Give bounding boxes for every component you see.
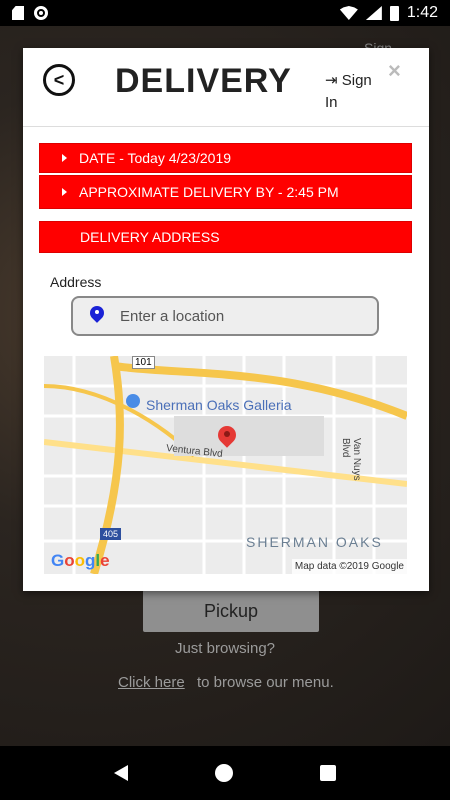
address-label: Address xyxy=(50,274,102,290)
pickup-button[interactable]: Pickup xyxy=(143,590,319,632)
date-selector[interactable]: DATE - Today 4/23/2019 xyxy=(39,143,412,173)
delivery-modal: < DELIVERY ⇥ Sign In × DATE - Today 4/23… xyxy=(23,48,429,591)
sign-in-button[interactable]: ⇥ Sign In xyxy=(325,70,377,114)
caret-right-icon xyxy=(62,154,67,162)
map-attribution: Map data ©2019 Google xyxy=(291,559,407,574)
navigation-bar xyxy=(0,746,450,800)
google-logo: Google xyxy=(51,551,110,570)
chevron-left-icon: < xyxy=(53,69,65,90)
circle-icon xyxy=(34,6,48,20)
battery-icon xyxy=(389,5,399,21)
status-bar: 1:42 xyxy=(0,0,450,26)
nav-recents-icon[interactable] xyxy=(320,765,337,781)
just-browsing-text: Just browsing? xyxy=(174,640,276,657)
delivery-time-selector[interactable]: APPROXIMATE DELIVERY BY - 2:45 PM xyxy=(39,175,412,209)
map-poi-label: Sherman Oaks Galleria xyxy=(146,397,292,413)
highway-101-label: 101 xyxy=(132,356,155,369)
location-pin-icon xyxy=(90,306,104,326)
nav-home-icon[interactable] xyxy=(214,764,233,782)
highway-405-label: 405 xyxy=(100,528,122,540)
map-marker-icon[interactable] xyxy=(218,426,236,450)
signal-icon xyxy=(365,6,382,20)
caret-right-icon xyxy=(62,188,67,196)
close-button[interactable]: × xyxy=(388,58,401,84)
date-label: DATE - Today 4/23/2019 xyxy=(79,150,232,166)
delivery-address-header: DELIVERY ADDRESS xyxy=(39,221,412,253)
nav-back-icon[interactable] xyxy=(113,765,128,781)
sign-in-icon: ⇥ xyxy=(325,72,338,89)
shopping-bag-icon xyxy=(126,394,140,408)
map-area-label: SHERMAN OAKS xyxy=(246,534,383,550)
map-street2-label: Van Nuys Blvd xyxy=(340,438,362,481)
modal-title: DELIVERY xyxy=(115,62,292,100)
back-button[interactable]: < xyxy=(43,64,75,96)
wifi-icon xyxy=(339,6,358,20)
delivery-address-label: DELIVERY ADDRESS xyxy=(80,229,220,245)
address-input[interactable] xyxy=(118,306,342,326)
sd-card-icon xyxy=(12,6,24,20)
modal-header: < DELIVERY ⇥ Sign In × xyxy=(23,48,429,127)
status-time: 1:42 xyxy=(406,4,438,21)
browse-menu-text: to browse our menu. xyxy=(197,674,334,691)
address-field[interactable] xyxy=(71,296,379,336)
click-here-link[interactable]: Click here xyxy=(118,674,185,691)
map-view[interactable]: 101 Sherman Oaks Galleria Ventura Blvd V… xyxy=(44,356,407,574)
delivery-time-label: APPROXIMATE DELIVERY BY - 2:45 PM xyxy=(79,184,339,200)
